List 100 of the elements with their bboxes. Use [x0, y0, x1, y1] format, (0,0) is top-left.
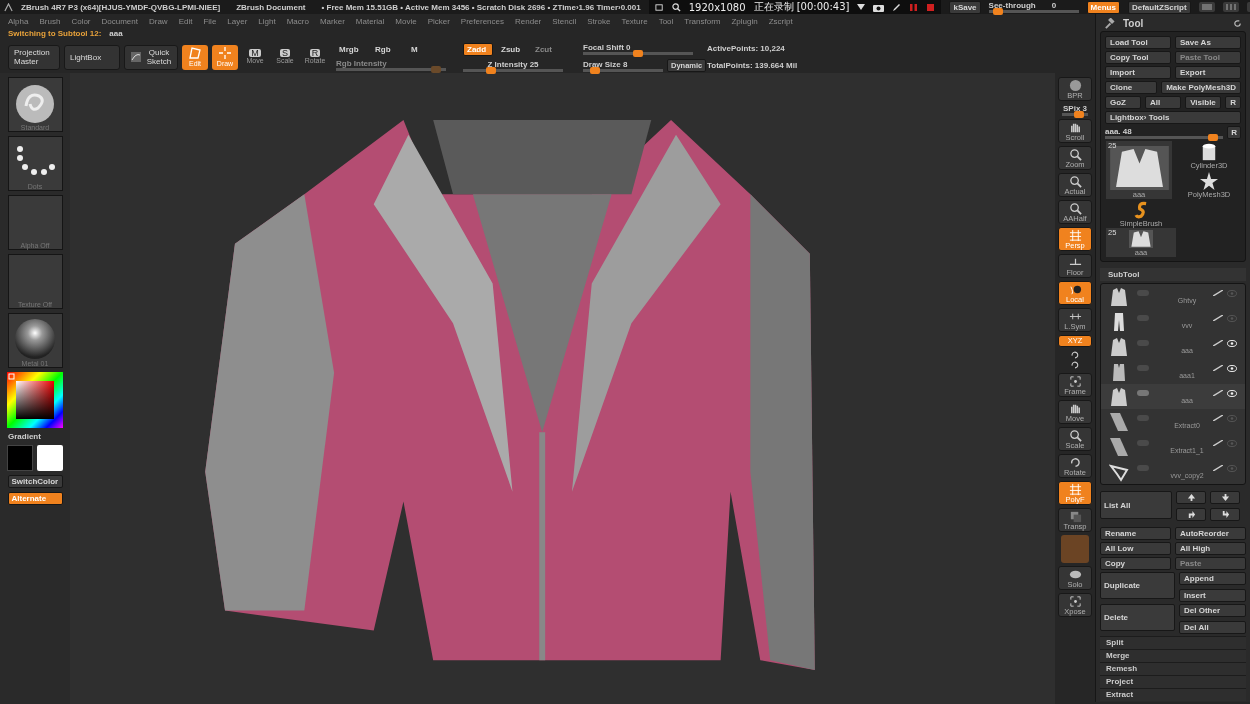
secondary-color-swatch[interactable] — [37, 445, 63, 471]
brush-icon[interactable] — [1213, 290, 1223, 296]
section-header[interactable]: Remesh — [1100, 662, 1246, 675]
tool-button[interactable]: Save As — [1175, 36, 1241, 49]
menu-item[interactable]: Document — [101, 17, 138, 26]
arrow-up-icon[interactable] — [1176, 491, 1206, 504]
subtool-action-button[interactable]: Insert — [1179, 589, 1246, 602]
edit-icon — [188, 46, 202, 60]
menu-item[interactable]: Marker — [319, 17, 345, 26]
tool-button[interactable]: Visible — [1185, 96, 1222, 109]
subtool-action-button[interactable]: Delete — [1100, 604, 1175, 631]
tool-button[interactable]: GoZ — [1105, 96, 1142, 109]
brush-icon[interactable] — [1213, 340, 1223, 346]
menu-item[interactable]: Light — [258, 17, 276, 26]
subtool-action-button[interactable]: Append — [1179, 572, 1246, 585]
menu-item[interactable]: Preferences — [460, 17, 504, 26]
brush-icon[interactable] — [1213, 315, 1223, 321]
section-header[interactable]: Merge — [1100, 649, 1246, 662]
section-header[interactable]: Project — [1100, 675, 1246, 688]
slider-thumb[interactable] — [590, 66, 600, 74]
stop-icon[interactable] — [926, 2, 936, 12]
toolbar-button[interactable]: Projection Master — [8, 44, 60, 70]
menu-item[interactable]: Stroke — [587, 17, 611, 26]
gradient-label: Gradient — [8, 432, 41, 441]
camera-icon[interactable] — [873, 2, 885, 12]
brush-icon[interactable] — [1213, 390, 1223, 396]
slider-thumb[interactable] — [1207, 133, 1218, 141]
subtool-action-button[interactable]: All High — [1175, 542, 1246, 555]
channel-toggle[interactable]: M — [408, 43, 444, 55]
list-all-button[interactable]: List All — [1100, 491, 1172, 519]
subtool-action-button[interactable]: Rename — [1100, 527, 1171, 540]
section-header[interactable]: Split — [1100, 636, 1246, 649]
slider-thumb[interactable] — [992, 8, 1003, 15]
brush-icon[interactable] — [1213, 415, 1223, 421]
menu-item[interactable]: Stencil — [552, 17, 577, 26]
menu-item[interactable]: Render — [515, 17, 542, 26]
menu-item[interactable]: Brush — [39, 17, 61, 26]
menu-item[interactable]: Alpha — [8, 17, 29, 26]
channel-toggle[interactable]: Rgb — [372, 43, 408, 55]
switch-color-button[interactable]: SwitchColor — [7, 475, 63, 488]
tool-button[interactable]: Make PolyMesh3D — [1161, 81, 1241, 94]
menu-item[interactable]: Draw — [148, 17, 168, 26]
section-header[interactable]: Extract — [1100, 688, 1246, 701]
arrow-turn-icon[interactable] — [1210, 508, 1240, 521]
tool-button[interactable]: Clone — [1105, 81, 1158, 94]
subtool-action-button[interactable]: All Low — [1100, 542, 1171, 555]
refresh-icon[interactable] — [1233, 19, 1242, 28]
brush-icon[interactable] — [1213, 440, 1223, 446]
reset-button[interactable]: R — [1227, 126, 1241, 139]
menu-item[interactable]: Picker — [427, 17, 450, 26]
subtool-action-button[interactable]: Duplicate — [1100, 572, 1175, 599]
menu-item[interactable]: Movie — [395, 17, 417, 26]
script-button[interactable]: DefaultZScript — [1127, 0, 1191, 14]
layout-icon[interactable] — [1198, 2, 1215, 12]
pause-icon[interactable] — [909, 2, 919, 12]
main-color-swatch[interactable] — [7, 445, 33, 471]
arrow-turn-icon[interactable] — [1176, 508, 1206, 521]
slider-thumb[interactable] — [633, 49, 643, 57]
menu-item[interactable]: Layer — [227, 17, 248, 26]
caret-icon[interactable] — [857, 4, 866, 10]
subtool-action-button[interactable]: Del Other — [1179, 604, 1246, 617]
tool-button[interactable]: All — [1145, 96, 1182, 109]
menu-item[interactable]: Edit — [178, 17, 193, 26]
quicksave-button[interactable]: kSave — [949, 0, 981, 14]
subtool-action-button[interactable]: AutoReorder — [1175, 527, 1246, 540]
quick-sketch-button[interactable]: Quick Sketch — [124, 44, 178, 70]
section-header[interactable]: SubTool — [1100, 268, 1246, 281]
menu-item[interactable]: Tool — [658, 17, 674, 26]
tool-button[interactable]: R — [1225, 96, 1241, 109]
pen-icon[interactable] — [892, 2, 902, 12]
menu-item[interactable]: Macro — [286, 17, 309, 26]
tool-button[interactable]: Copy Tool — [1105, 51, 1171, 64]
channel-toggle[interactable]: Mrgb — [336, 43, 372, 55]
tool-button[interactable]: Lightbox› Tools — [1105, 111, 1241, 124]
menu-item[interactable]: File — [203, 17, 217, 26]
menu-item[interactable]: Transform — [684, 17, 721, 26]
menu-item[interactable]: Zplugin — [731, 17, 758, 26]
tool-button[interactable]: Load Tool — [1105, 36, 1171, 49]
status-message: Switching to Subtool 12: — [8, 29, 102, 40]
tool-button[interactable]: Export — [1175, 66, 1241, 79]
slider-thumb[interactable] — [1074, 111, 1084, 118]
color-picker[interactable] — [7, 372, 63, 428]
subtool-action-button[interactable]: Copy — [1100, 557, 1171, 570]
menu-item[interactable]: Material — [355, 17, 385, 26]
slider-label: Draw Size 8 — [583, 59, 629, 69]
menu-item[interactable]: Zscript — [768, 17, 793, 26]
toggle-pill[interactable] — [1137, 390, 1149, 396]
menu-item[interactable]: Color — [71, 17, 91, 26]
toolbar-button[interactable]: LightBox — [64, 44, 120, 70]
subtool-action-button[interactable]: Del All — [1179, 621, 1246, 634]
depth-toggle[interactable]: Zsub — [497, 42, 527, 56]
layout-icon[interactable] — [1222, 2, 1239, 12]
color-swatch[interactable] — [1061, 535, 1089, 563]
arrow-down-icon[interactable] — [1210, 491, 1240, 504]
slider-thumb[interactable] — [485, 66, 496, 74]
brush-icon[interactable] — [1213, 465, 1223, 471]
brush-icon[interactable] — [1213, 365, 1223, 371]
tool-button[interactable]: Import — [1105, 66, 1171, 79]
zoom-icon — [1068, 429, 1082, 442]
menu-item[interactable]: Texture — [621, 17, 648, 26]
